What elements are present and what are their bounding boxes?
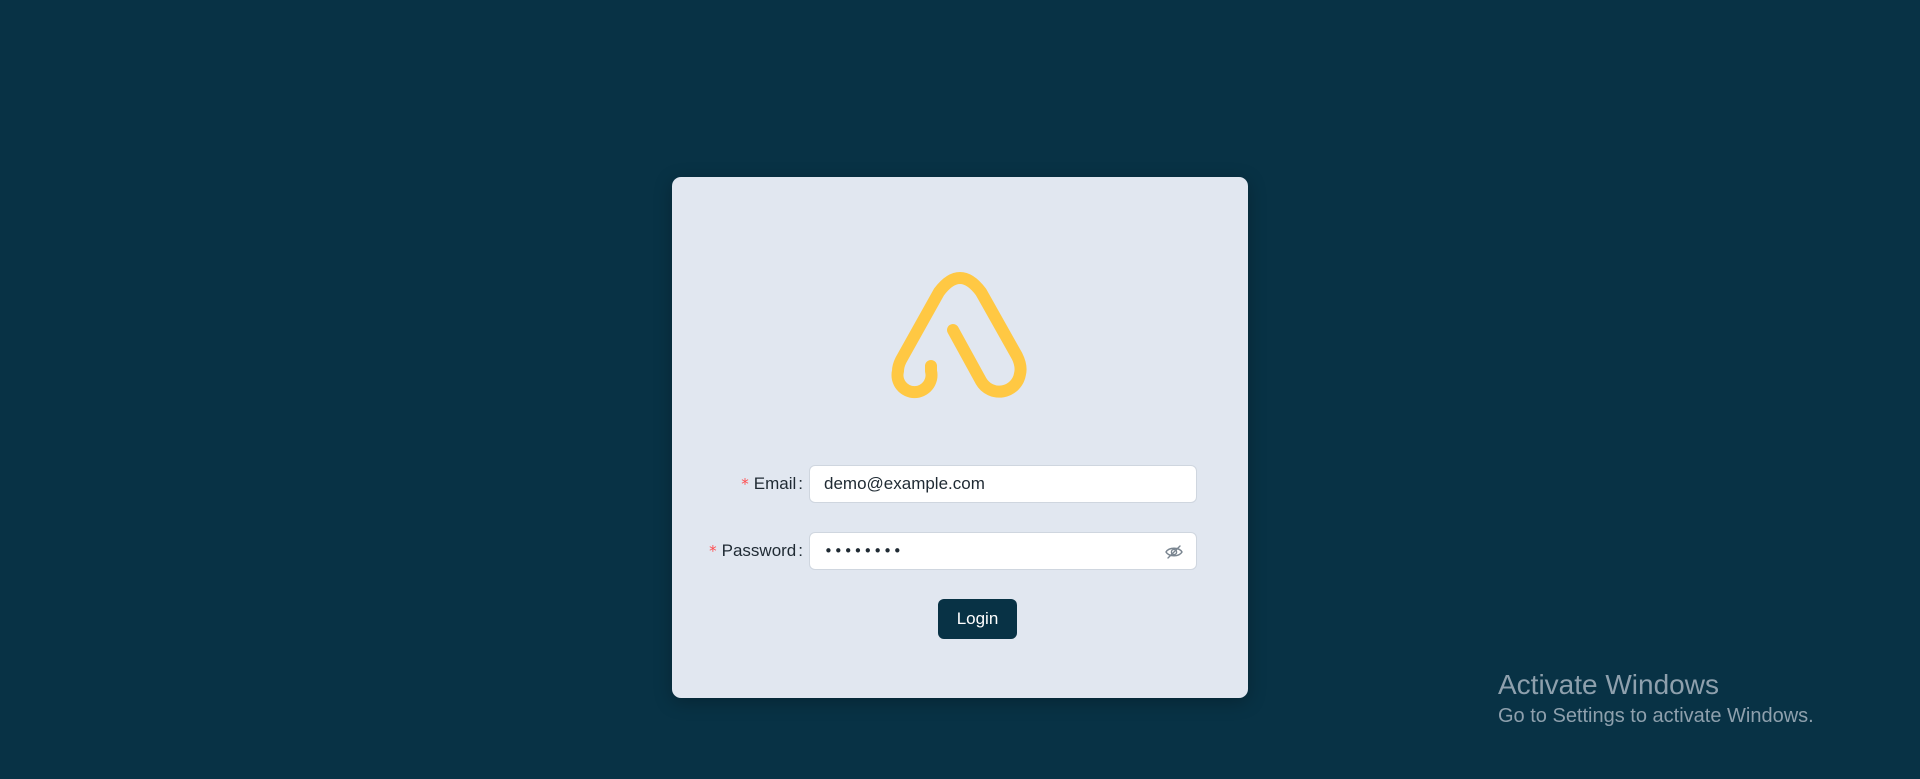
email-row: * Email: demo@example.com <box>672 465 1248 503</box>
required-marker: * <box>709 542 717 560</box>
label-colon: : <box>798 474 803 493</box>
activate-windows-watermark: Activate Windows Go to Settings to activ… <box>1498 668 1814 730</box>
watermark-subtitle: Go to Settings to activate Windows. <box>1498 705 1814 727</box>
password-row: * Password: •••••••• <box>672 532 1248 570</box>
login-button[interactable]: Login <box>938 599 1017 639</box>
email-label: * Email: <box>741 465 803 503</box>
password-label-text: Password <box>721 541 797 560</box>
email-label-text: Email <box>753 474 797 493</box>
password-label: * Password: <box>709 532 803 570</box>
required-marker: * <box>741 475 749 493</box>
login-card: * Email: demo@example.com * Password: ••••… <box>672 177 1248 698</box>
watermark-title: Activate Windows <box>1498 669 1719 700</box>
email-field[interactable]: demo@example.com <box>809 465 1197 503</box>
password-field[interactable]: •••••••• <box>809 532 1197 570</box>
password-value: •••••••• <box>824 542 903 560</box>
app-logo-icon <box>891 272 1027 399</box>
email-value: demo@example.com <box>824 474 985 493</box>
eye-off-icon[interactable] <box>1164 542 1184 562</box>
label-colon: : <box>798 541 803 560</box>
